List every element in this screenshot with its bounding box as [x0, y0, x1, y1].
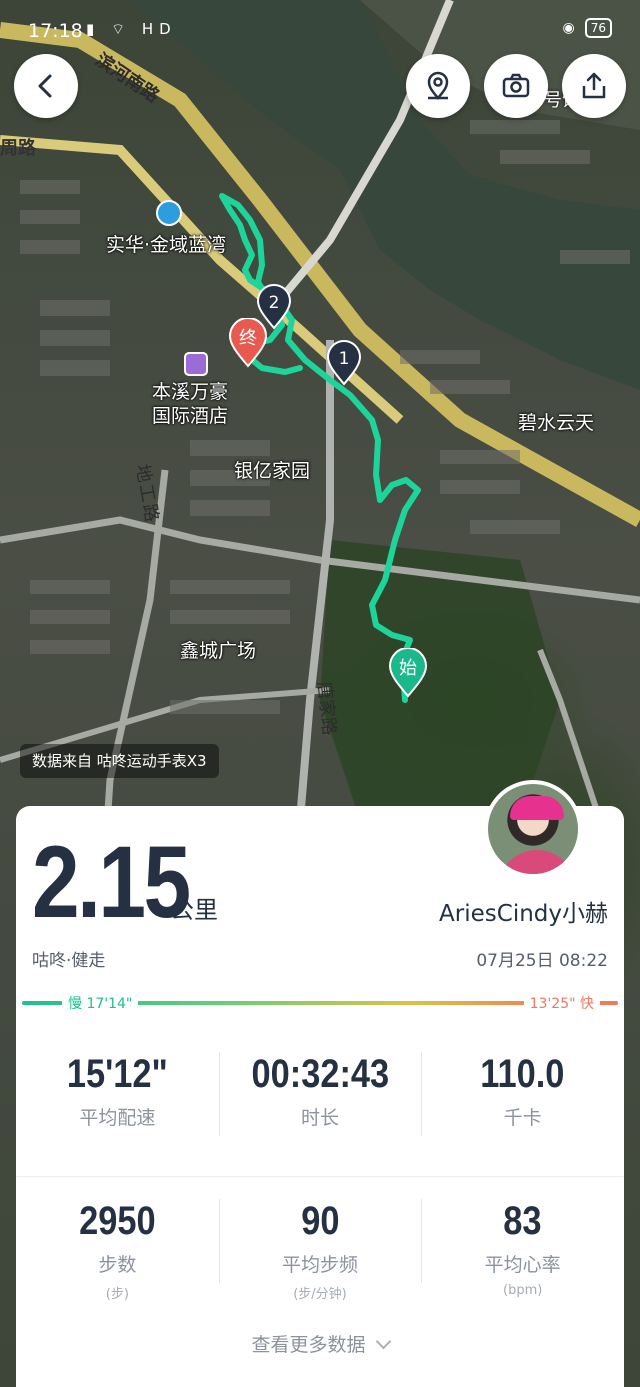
stat-heart-rate: 83 平均心率 (bpm) [421, 1183, 624, 1316]
stat-unit: (步/分钟) [293, 1287, 347, 1302]
stat-cadence: 90 平均步频 (步/分钟) [218, 1183, 422, 1316]
stat-label: 步数 [98, 1254, 137, 1276]
road-label-left: 周路 [0, 138, 36, 159]
back-button[interactable] [14, 54, 78, 118]
stat-label: 时长 [301, 1107, 340, 1129]
stat-steps: 2950 步数 (步) [16, 1183, 219, 1316]
distance-unit: 公里 [170, 896, 218, 924]
stat-calories: 110.0 千卡 [421, 1036, 624, 1166]
area-label-yinyi: 银亿家园 [234, 460, 311, 482]
stat-value: 15'12" [66, 1052, 168, 1096]
more-data-label: 查看更多数据 [251, 1334, 366, 1356]
camera-icon [502, 73, 530, 98]
start-marker-label: 始 [399, 658, 417, 679]
data-source-tag: 数据来自 咕咚运动手表X3 [20, 744, 219, 778]
status-bar: 17:18 ▮ ⌔ HD ◉ 76 [0, 0, 640, 64]
summary-card: 2.15 公里 AriesCindy小赫 咕咚·健走 07月25日 08:22 … [16, 780, 624, 1387]
avatar-shirt [498, 850, 576, 874]
share-button[interactable] [562, 54, 626, 118]
poi-label-shihua: 实华·金域蓝湾 [106, 234, 227, 256]
username[interactable]: AriesCindy小赫 [439, 894, 608, 928]
activity-type: 咕咚·健走 [32, 951, 106, 971]
area-label-bishui: 碧水云天 [518, 412, 595, 434]
stat-value: 83 [503, 1199, 542, 1243]
stats-row-2: 2950 步数 (步) 90 平均步频 (步/分钟) 83 平均心率 (bpm) [16, 1176, 624, 1316]
location-button[interactable] [406, 54, 470, 118]
stat-label: 平均步频 [282, 1254, 359, 1276]
status-time: 17:18 [28, 20, 83, 42]
status-right: ◉ 76 [562, 18, 612, 38]
share-icon [582, 72, 606, 99]
stat-avg-pace: 15'12" 平均配速 [16, 1036, 219, 1166]
stat-label: 平均心率 [484, 1254, 561, 1276]
pace-legend: 慢 17'14" 13'25" 快 [22, 993, 618, 1013]
distance-value: 2.15 [32, 825, 191, 939]
back-icon [38, 74, 52, 98]
stats-row-1: 15'12" 平均配速 00:32:43 时长 110.0 千卡 [16, 1036, 624, 1166]
stat-value: 00:32:43 [251, 1052, 389, 1096]
stat-value: 2950 [79, 1199, 156, 1243]
network-label: HD [141, 20, 177, 38]
building-icon[interactable] [156, 200, 182, 226]
battery-icon: 76 [584, 18, 612, 38]
stat-unit: (bpm) [503, 1283, 543, 1298]
pace-fast-label: 13'25" 快 [523, 993, 600, 1013]
stat-unit: (步) [105, 1287, 129, 1302]
battery-level: 76 [590, 21, 606, 35]
stat-label: 平均配速 [79, 1107, 156, 1129]
pace-slow-label: 慢 17'14" [62, 993, 139, 1013]
camera-button[interactable] [484, 54, 548, 118]
location-pin-icon [427, 71, 449, 100]
stat-value: 110.0 [480, 1052, 565, 1096]
stat-label: 千卡 [503, 1107, 542, 1129]
start-marker[interactable]: 始 [388, 648, 428, 698]
stat-value: 90 [300, 1199, 340, 1243]
signal-icon: ▮ ⌔ HD [86, 20, 177, 38]
more-data-button[interactable]: 查看更多数据 [16, 1330, 624, 1357]
road-label-tangjia: 唐家路 [313, 680, 340, 737]
alarm-icon: ◉ [562, 20, 575, 36]
end-marker-label: 终 [239, 328, 257, 349]
area-label-xincheng: 鑫城广场 [180, 640, 257, 662]
avatar[interactable] [484, 780, 582, 878]
avatar-cap [510, 796, 564, 820]
activity-datetime: 07月25日 08:22 [476, 951, 608, 971]
km-marker-2-label: 2 [269, 293, 280, 313]
km-marker-1[interactable]: 1 [326, 340, 362, 386]
poi-label-hotel: 本溪万豪 国际酒店 [152, 381, 229, 427]
km-marker-2[interactable]: 2 [256, 284, 292, 330]
km-marker-1-label: 1 [339, 349, 350, 369]
stat-duration: 00:32:43 时长 [218, 1036, 422, 1166]
chevron-down-icon [375, 1333, 391, 1350]
hotel-icon[interactable] [184, 352, 208, 376]
